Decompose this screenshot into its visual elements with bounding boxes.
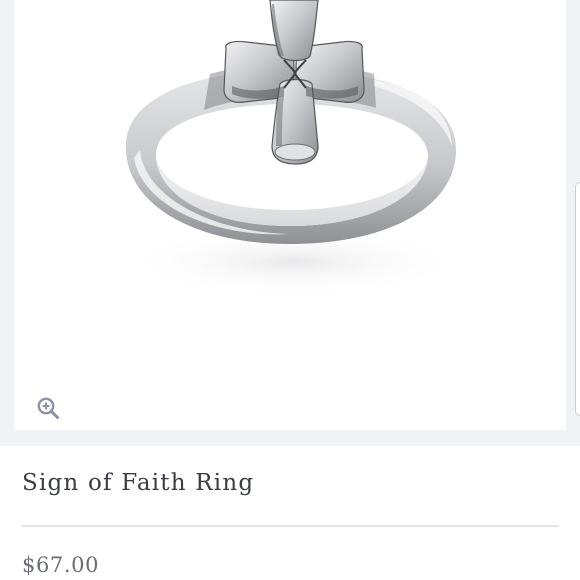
product-price: $67.00 — [22, 553, 100, 577]
scroll-handle[interactable] — [575, 182, 580, 416]
product-page: Sign of Faith Ring $67.00 — [0, 0, 580, 580]
zoom-in-icon[interactable] — [36, 396, 60, 420]
product-image[interactable] — [14, 0, 566, 430]
product-image-frame — [0, 0, 580, 446]
product-title: Sign of Faith Ring — [22, 470, 255, 496]
product-image-card — [14, 0, 566, 430]
divider — [22, 525, 559, 527]
